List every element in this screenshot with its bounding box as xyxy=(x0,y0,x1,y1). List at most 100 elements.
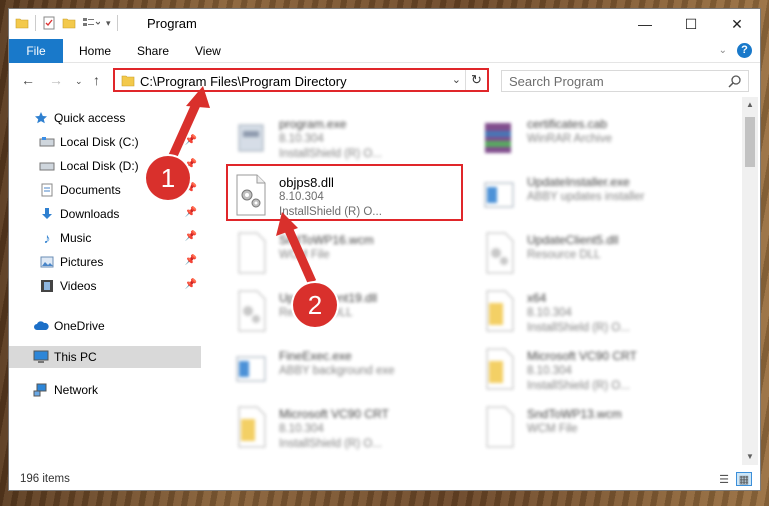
address-bar[interactable]: C:\Program Files\Program Directory ⌄ ↻ xyxy=(113,68,489,92)
file-description: ABBY background exe xyxy=(279,365,395,377)
sidebar-item-this-pc[interactable]: This PC xyxy=(9,346,201,368)
properties-icon[interactable] xyxy=(42,16,56,30)
folder-icon xyxy=(15,18,29,29)
chevron-down-icon[interactable]: ⌄ xyxy=(452,73,461,86)
sidebar-item-label: Network xyxy=(54,383,99,397)
tab-view[interactable]: View xyxy=(183,39,233,63)
help-icon[interactable]: ? xyxy=(737,43,752,58)
file-type: WCM File xyxy=(279,249,330,261)
qat-dropdown-icon[interactable]: ▾ xyxy=(106,18,111,29)
window-title: Program xyxy=(147,16,197,31)
file-description: InstallShield (R) O... xyxy=(279,438,382,450)
navigation-bar: ← → ⌄ ↑ C:\Program Files\Program Directo… xyxy=(9,64,760,96)
file-name: UpdateInstaller.exe xyxy=(527,175,630,189)
file-type: Resource DLL xyxy=(527,249,601,261)
file-item[interactable]: SndToWP13.wcm WCM File xyxy=(461,399,701,455)
search-icon[interactable] xyxy=(728,74,742,88)
forward-button[interactable]: → xyxy=(49,72,63,88)
pin-icon[interactable]: 📌 xyxy=(185,255,197,266)
window-controls: — ☐ ✕ xyxy=(622,9,760,39)
address-path[interactable]: C:\Program Files\Program Directory xyxy=(140,74,347,89)
sidebar-item-label: Pictures xyxy=(60,255,104,269)
pin-icon[interactable]: 📌 xyxy=(185,135,197,146)
dll-gear-icon xyxy=(238,290,266,332)
file-item[interactable]: Microsoft VC90 CRT 8.10.304 InstallShiel… xyxy=(461,341,701,397)
downloads-icon xyxy=(39,206,55,222)
sidebar-item-label: This PC xyxy=(54,350,97,364)
videos-icon xyxy=(39,278,55,294)
title-bar: ▾ Program — ☐ ✕ xyxy=(9,9,760,39)
refresh-button[interactable]: ↻ xyxy=(465,70,487,90)
file-name: UpdateClient5.dll xyxy=(527,233,619,247)
file-type: WinRAR Archive xyxy=(527,133,612,145)
sidebar-item-pictures[interactable]: Pictures 📌 xyxy=(9,251,201,273)
file-name: x64 xyxy=(527,291,547,305)
file-item[interactable]: Microsoft VC90 CRT 8.10.304 InstallShiel… xyxy=(213,399,453,455)
exe-icon xyxy=(238,124,264,152)
close-button[interactable]: ✕ xyxy=(714,9,760,39)
back-button[interactable]: ← xyxy=(21,72,35,88)
file-item[interactable]: FineExec.exe ABBY background exe xyxy=(213,341,453,397)
tab-share[interactable]: Share xyxy=(125,39,181,63)
ribbon-tabs: File Home Share View ⌄ ? xyxy=(9,39,760,63)
minimize-button[interactable]: — xyxy=(622,9,668,39)
quick-access-toolbar: ▾ xyxy=(15,15,118,31)
customize-view-icon[interactable] xyxy=(82,16,100,30)
file-name: SndToWP13.wcm xyxy=(527,407,622,421)
sidebar-item-onedrive[interactable]: OneDrive xyxy=(9,315,201,337)
file-version: 8.10.304 xyxy=(527,365,572,377)
sidebar-item-videos[interactable]: Videos 📌 xyxy=(9,275,201,297)
file-item[interactable]: program.exe 8.10.304 InstallShield (R) O… xyxy=(213,109,453,165)
toolbar-separator xyxy=(35,15,36,31)
search-box[interactable] xyxy=(501,70,749,92)
highlight-box-objps8 xyxy=(226,164,463,221)
scrollbar-thumb[interactable] xyxy=(745,117,755,167)
star-icon xyxy=(33,110,49,126)
tab-home[interactable]: Home xyxy=(67,39,123,63)
scroll-down-arrow-icon[interactable]: ▼ xyxy=(742,449,758,465)
expand-ribbon-icon[interactable]: ⌄ xyxy=(719,45,727,56)
scroll-up-arrow-icon[interactable]: ▲ xyxy=(742,97,758,113)
up-button[interactable]: ↑ xyxy=(93,72,100,88)
item-count: 196 items xyxy=(20,473,70,485)
file-description: InstallShield (R) O... xyxy=(279,148,382,160)
file-name: program.exe xyxy=(279,117,347,131)
sidebar-item-label: Downloads xyxy=(60,207,120,221)
drive-icon xyxy=(39,134,55,150)
folder-file-icon xyxy=(486,290,514,332)
file-description: InstallShield (R) O... xyxy=(527,380,630,392)
sidebar-item-downloads[interactable]: Downloads 📌 xyxy=(9,203,201,225)
tab-file[interactable]: File xyxy=(9,39,63,63)
file-item[interactable]: UpdateInstaller.exe ABBY updates install… xyxy=(461,167,701,223)
sidebar-item-label: Local Disk (C:) xyxy=(60,135,139,149)
file-list: program.exe 8.10.304 InstallShield (R) O… xyxy=(209,97,741,467)
file-name: FineExec.exe xyxy=(279,349,352,363)
search-input[interactable] xyxy=(502,71,712,91)
file-item[interactable]: UpdateClient5.dll Resource DLL xyxy=(461,225,701,281)
sidebar-item-music[interactable]: ♪ Music 📌 xyxy=(9,227,201,249)
sidebar-item-local-disk-c[interactable]: Local Disk (C:) 📌 xyxy=(9,131,201,153)
pin-icon[interactable]: 📌 xyxy=(185,231,197,242)
explorer-window: ▾ Program — ☐ ✕ File Home Share View ⌄ ?… xyxy=(8,8,761,491)
step-1-badge: 1 xyxy=(146,156,190,200)
details-view-icon[interactable]: ☰ xyxy=(716,472,732,486)
folder-icon xyxy=(121,75,135,87)
maximize-button[interactable]: ☐ xyxy=(668,9,714,39)
sidebar-item-quick-access[interactable]: Quick access xyxy=(9,107,201,129)
file-name: SndToWP16.wcm xyxy=(279,233,374,247)
vertical-scrollbar[interactable]: ▲ ▼ xyxy=(742,97,758,465)
file-item[interactable]: certificates.cab WinRAR Archive xyxy=(461,109,701,165)
recent-locations-icon[interactable]: ⌄ xyxy=(75,76,83,87)
file-description: InstallShield (R) O... xyxy=(527,322,630,334)
file-item[interactable]: SndToWP16.wcm WCM File xyxy=(213,225,453,281)
new-folder-icon[interactable] xyxy=(62,16,76,30)
pin-icon[interactable]: 📌 xyxy=(185,207,197,218)
sidebar-item-network[interactable]: Network xyxy=(9,379,201,401)
file-type: WCM File xyxy=(527,423,578,435)
pictures-icon xyxy=(39,254,55,270)
tiles-view-icon[interactable]: ▦ xyxy=(736,472,752,486)
file-item[interactable]: x64 8.10.304 InstallShield (R) O... xyxy=(461,283,701,339)
archive-icon xyxy=(485,123,511,153)
pin-icon[interactable]: 📌 xyxy=(185,279,197,290)
sidebar-item-label: Documents xyxy=(60,183,121,197)
